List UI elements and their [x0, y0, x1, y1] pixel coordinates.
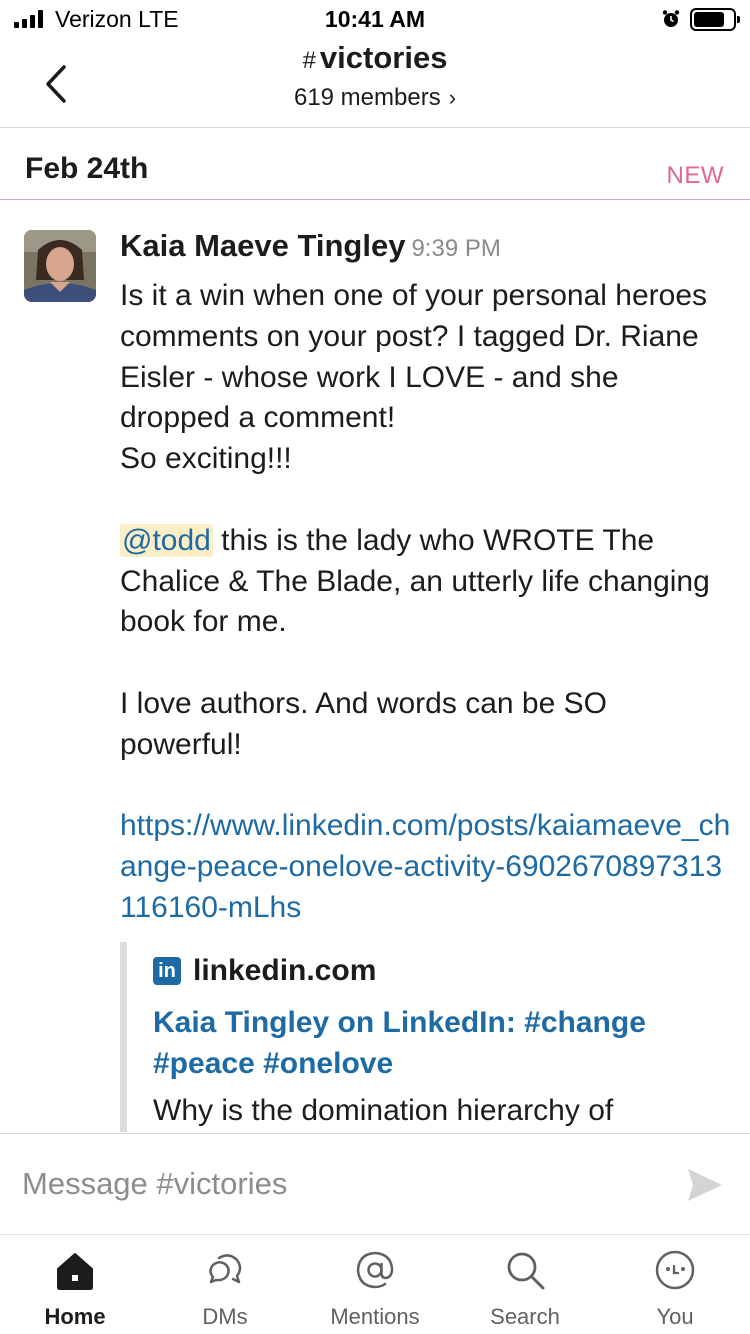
message-timestamp: 9:39 PM	[411, 235, 501, 262]
send-button[interactable]	[686, 1166, 724, 1204]
tab-mentions[interactable]: Mentions	[300, 1236, 450, 1334]
linkedin-icon: in	[153, 957, 181, 985]
tab-bar: Home DMs Mentions Search You	[0, 1236, 750, 1334]
tab-label-dms: DMs	[202, 1304, 248, 1329]
battery-icon	[690, 8, 740, 31]
message-body: Is it a win when one of your personal he…	[120, 276, 735, 929]
preview-description: Why is the domination hierarchy of	[153, 1094, 614, 1127]
preview-title[interactable]: Kaia Tingley on LinkedIn: #change #peace…	[153, 1002, 720, 1084]
avatar-photo	[24, 230, 96, 302]
tab-label-search: Search	[490, 1304, 560, 1329]
channel-header: # victories 619 members ›	[0, 40, 750, 128]
date-divider: Feb 24th NEW	[0, 152, 750, 200]
you-icon	[655, 1250, 695, 1290]
tab-you[interactable]: You	[600, 1236, 750, 1334]
tab-label-you: You	[656, 1304, 694, 1329]
user-mention[interactable]: @todd	[120, 523, 213, 557]
preview-domain: linkedin.com	[193, 954, 377, 987]
member-count: 619 members	[293, 84, 441, 111]
status-time: 10:41 AM	[324, 6, 426, 32]
message-composer	[0, 1133, 750, 1235]
tab-label-mentions: Mentions	[330, 1304, 420, 1329]
message-paragraph-3: I love authors. And words can be SO powe…	[120, 686, 607, 761]
tab-home[interactable]: Home	[0, 1236, 150, 1334]
search-icon	[507, 1252, 545, 1290]
chevron-right-icon: ›	[448, 85, 457, 110]
member-count-link[interactable]: 619 members ›	[0, 84, 750, 112]
tab-dms[interactable]: DMs	[150, 1236, 300, 1334]
message-link[interactable]: https://www.linkedin.com/posts/kaiamaeve…	[120, 809, 730, 924]
preview-source: in linkedin.com	[153, 954, 720, 988]
link-preview[interactable]: in linkedin.com Kaia Tingley on LinkedIn…	[120, 942, 720, 1132]
channel-title[interactable]: # victories	[0, 40, 750, 76]
message-paragraph-1: Is it a win when one of your personal he…	[120, 279, 708, 476]
new-messages-label: NEW	[666, 162, 724, 189]
tab-search[interactable]: Search	[450, 1236, 600, 1334]
status-bar: Verizon LTE 10:41 AM	[0, 0, 750, 40]
author-name: Kaia Maeve Tingley	[120, 228, 406, 263]
avatar[interactable]	[24, 230, 96, 302]
alarm-icon	[662, 10, 680, 27]
hash-icon: #	[302, 47, 316, 74]
mentions-icon	[356, 1251, 394, 1289]
dms-icon	[209, 1254, 242, 1284]
tab-label-home: Home	[44, 1304, 106, 1329]
home-icon	[57, 1253, 93, 1290]
message-author[interactable]: Kaia Maeve Tingley 9:39 PM	[120, 228, 501, 264]
channel-name: victories	[319, 40, 448, 75]
date-label: Feb 24th	[25, 152, 149, 185]
message-input[interactable]	[22, 1166, 642, 1202]
